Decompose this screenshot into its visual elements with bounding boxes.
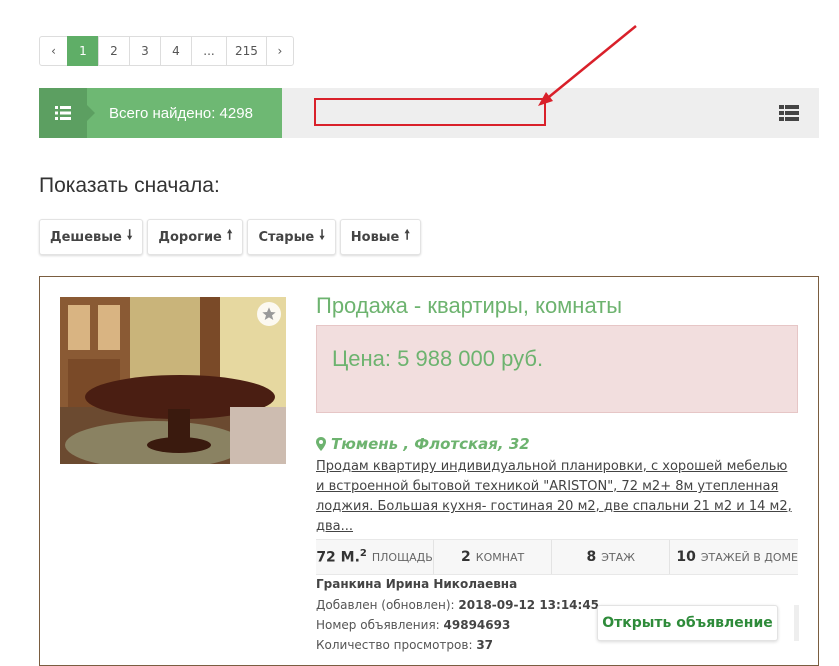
sort-new-button[interactable]: Новые 🠕 <box>339 219 421 255</box>
results-count-text: Всего найдено: 4298 <box>109 104 253 122</box>
pagination-page-215[interactable]: 215 <box>226 36 267 66</box>
list-view-toggle[interactable] <box>39 88 95 138</box>
arrow-down-icon: 🠗 <box>126 228 133 243</box>
sort-expensive-label: Дорогие <box>158 229 222 245</box>
arrow-down-icon: 🠗 <box>319 228 325 243</box>
listing-number: Номер объявления: 49894693 <box>316 618 511 632</box>
stat-rooms-label: комнат <box>475 550 525 564</box>
stat-area-label: площадь <box>371 550 433 564</box>
listing-views: Количество просмотров: 37 <box>316 638 494 652</box>
stat-floors: 10 этажей в доме <box>670 540 798 574</box>
side-scroll-strip <box>794 605 799 641</box>
sort-cheap-label: Дешевые <box>50 229 122 245</box>
open-listing-button[interactable]: Открыть объявление <box>597 605 778 641</box>
arrow-up-icon: 🠕 <box>226 228 233 243</box>
listing-card: Продажа - квартиры, комнаты Цена: 5 988 … <box>39 276 819 666</box>
list-menu-icon <box>779 105 799 121</box>
arrow-up-icon: 🠕 <box>404 228 410 243</box>
pagination-page-4[interactable]: 4 <box>160 36 192 66</box>
sort-buttons: Дешевые 🠗 Дорогие 🠕 Старые 🠗 Новые 🠕 <box>39 219 425 255</box>
listing-address: Тюмень , Флотская, 32 <box>316 435 530 453</box>
map-marker-icon <box>316 437 326 451</box>
star-icon <box>262 307 276 320</box>
sort-new-label: Новые <box>350 229 400 245</box>
listing-price: Цена: 5 988 000 руб. <box>332 346 544 371</box>
stat-area-value: 72 М.2 <box>316 548 367 566</box>
list-icon <box>55 106 71 120</box>
pagination-prev-button[interactable]: ‹ <box>39 36 68 66</box>
pagination-page-3[interactable]: 3 <box>129 36 161 66</box>
sort-old-label: Старые <box>258 229 315 245</box>
annotation-highlight-box <box>314 98 546 126</box>
stat-floors-value: 10 <box>676 549 696 565</box>
stat-rooms: 2 комнат <box>434 540 553 574</box>
stat-floors-label: этажей в доме <box>700 550 798 564</box>
listing-description[interactable]: Продам квартиру индивидуальной планировк… <box>316 457 796 537</box>
listing-owner: Гранкина Ирина Николаевна <box>316 577 518 591</box>
results-count-panel: Всего найдено: 4298 <box>39 88 282 138</box>
sort-title: Показать сначала: <box>39 174 220 197</box>
listing-photo-image <box>60 297 286 464</box>
listing-title[interactable]: Продажа - квартиры, комнаты <box>316 293 622 319</box>
listing-added: Добавлен (обновлен): 2018-09-12 13:14:45 <box>316 598 600 612</box>
pagination-page-2[interactable]: 2 <box>98 36 130 66</box>
view-menu-button[interactable] <box>779 105 799 125</box>
pagination-next-button[interactable]: › <box>265 36 294 66</box>
listing-photo[interactable] <box>60 297 286 464</box>
stat-rooms-value: 2 <box>461 549 471 565</box>
stat-floor: 8 этаж <box>552 540 671 574</box>
pagination-ellipsis: ... <box>191 36 227 66</box>
sort-expensive-button[interactable]: Дорогие 🠕 <box>147 219 244 255</box>
price-box: Цена: 5 988 000 руб. <box>316 325 798 413</box>
pagination: ‹ 1 2 3 4 ... 215 › <box>39 36 294 68</box>
address-text: Тюмень , Флотская, 32 <box>331 435 530 453</box>
stat-area: 72 М.2 площадь <box>316 540 435 574</box>
pagination-page-1[interactable]: 1 <box>67 36 99 66</box>
stat-floor-value: 8 <box>586 549 597 565</box>
listing-stats: 72 М.2 площадь 2 комнат 8 этаж 10 этажей… <box>316 539 798 575</box>
stat-floor-label: этаж <box>601 550 636 564</box>
sort-old-button[interactable]: Старые 🠗 <box>247 219 336 255</box>
sort-cheap-button[interactable]: Дешевые 🠗 <box>39 219 144 255</box>
favorite-button[interactable] <box>257 302 281 326</box>
